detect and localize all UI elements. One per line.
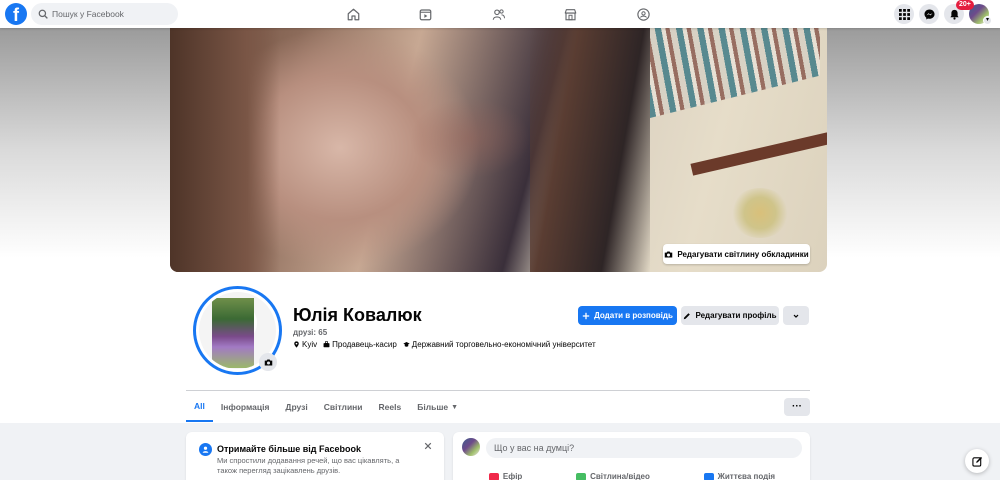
- job-item: Продавець-касир: [323, 340, 397, 349]
- composer-actions: Ефір Світлина/відео Життєва подія: [462, 472, 802, 480]
- location-pin-icon: [294, 341, 299, 348]
- photo-video-icon: [576, 472, 587, 480]
- search-input[interactable]: [52, 9, 172, 19]
- tab-more-label: Більше: [417, 402, 449, 412]
- post-composer: Ефір Світлина/відео Життєва подія: [453, 432, 810, 480]
- job-text: Продавець-касир: [332, 340, 397, 349]
- friends-count[interactable]: друзі: 65: [293, 328, 327, 337]
- edit-profile-button[interactable]: Редагувати профіль: [681, 306, 779, 325]
- top-navigation-bar: f 20+ ▾: [0, 0, 1000, 28]
- profile-name: Юлія Ковалюк: [293, 305, 422, 325]
- tab-reels[interactable]: Reels: [371, 392, 410, 422]
- account-chevron-down-icon[interactable]: ▾: [983, 16, 992, 25]
- camera-icon: [665, 251, 673, 257]
- plus-icon: [582, 312, 590, 319]
- composer-avatar[interactable]: [462, 438, 480, 456]
- get-more-card: Отримайте більше від Facebook Ми спрости…: [186, 432, 444, 480]
- profile-tabs: All Інформація Друзі Світлини Reels Біль…: [186, 392, 466, 422]
- watch-icon[interactable]: [415, 4, 435, 24]
- graduation-cap-icon: [403, 342, 410, 347]
- chevron-down-icon: ▼: [451, 403, 459, 411]
- friends-icon[interactable]: [488, 4, 508, 24]
- tab-friends[interactable]: Друзі: [277, 392, 315, 422]
- add-to-story-button[interactable]: Додати в розповідь: [578, 306, 677, 325]
- close-icon[interactable]: [422, 440, 434, 452]
- life-event-label: Життєва подія: [717, 472, 776, 480]
- live-video-label: Ефір: [502, 472, 523, 480]
- photo-video-button[interactable]: Світлина/відео: [576, 472, 650, 480]
- cover-photo-detail: [650, 28, 820, 118]
- location-item: Kyiv: [293, 340, 317, 349]
- tab-more[interactable]: Більше ▼: [409, 392, 466, 422]
- education-item: Державний торговельно-економічний універ…: [403, 340, 596, 349]
- change-profile-picture-camera-icon[interactable]: [259, 353, 277, 371]
- home-icon[interactable]: [343, 4, 363, 24]
- header-divider: [186, 390, 810, 391]
- profile-photo: [212, 298, 254, 368]
- add-to-story-label: Додати в розповідь: [594, 311, 673, 320]
- get-more-title: Отримайте більше від Facebook: [217, 444, 362, 454]
- edit-profile-label: Редагувати профіль: [695, 311, 777, 320]
- live-video-icon: [488, 472, 499, 480]
- tab-photos[interactable]: Світлини: [316, 392, 371, 422]
- life-event-icon: [703, 472, 714, 480]
- cover-photo-detail: [690, 132, 827, 176]
- live-video-button[interactable]: Ефір: [488, 472, 523, 480]
- photo-video-label: Світлина/відео: [590, 472, 650, 480]
- new-message-compose-icon[interactable]: [965, 449, 989, 473]
- education-text: Державний торговельно-економічний універ…: [411, 340, 596, 349]
- tab-about[interactable]: Інформація: [213, 392, 278, 422]
- cover-photo-detail: [730, 188, 790, 238]
- search-box[interactable]: [31, 3, 178, 25]
- menu-grid-icon[interactable]: [894, 4, 914, 24]
- get-more-description: Ми спростили додавання речей, що вас цік…: [217, 456, 400, 475]
- life-event-button[interactable]: Життєва подія: [703, 472, 776, 480]
- cover-photo[interactable]: [170, 28, 827, 272]
- profile-options-chevron-down-icon[interactable]: [783, 306, 809, 325]
- edit-cover-photo-label: Редагувати світлину обкладинки: [677, 249, 809, 259]
- marketplace-icon[interactable]: [560, 4, 580, 24]
- groups-icon[interactable]: [633, 4, 653, 24]
- tab-all[interactable]: All: [186, 392, 213, 422]
- edit-cover-photo-button[interactable]: Редагувати світлину обкладинки: [663, 244, 810, 264]
- search-icon: [38, 9, 48, 19]
- profile-icon: [199, 443, 212, 456]
- location-text: Kyiv: [302, 340, 318, 349]
- notifications-badge: 20+: [956, 0, 974, 10]
- cover-photo-detail: [530, 28, 650, 272]
- profile-intro-line: Kyiv Продавець-касир Державний торговель…: [293, 340, 596, 349]
- briefcase-icon: [323, 341, 330, 348]
- whats-on-your-mind-input[interactable]: [486, 438, 802, 458]
- messenger-icon[interactable]: [919, 4, 939, 24]
- facebook-logo[interactable]: f: [5, 3, 27, 25]
- cover-photo-detail: [170, 28, 280, 272]
- more-options-icon[interactable]: ···: [784, 398, 810, 416]
- pencil-icon: [684, 312, 691, 319]
